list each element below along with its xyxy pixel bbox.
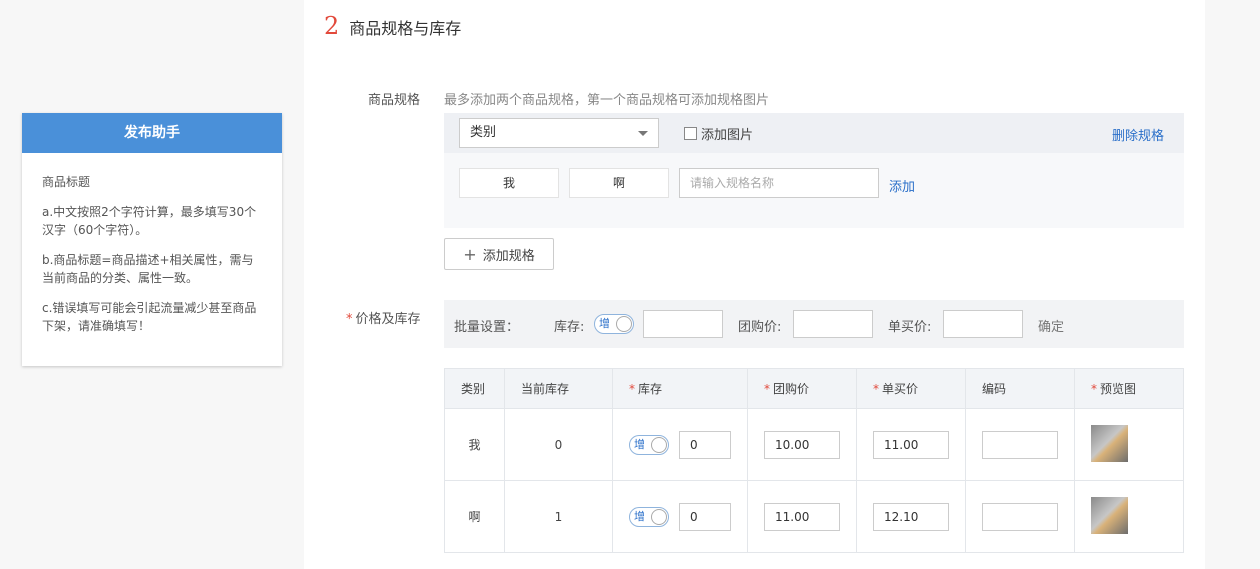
row-single-price-cell bbox=[856, 480, 966, 553]
spec-value-1[interactable]: 我 bbox=[459, 168, 559, 198]
spec-box: 类别 添加图片 删除规格 我 啊 请输入规格名称 添加 bbox=[444, 113, 1184, 228]
batch-single-price-input[interactable] bbox=[943, 310, 1023, 338]
batch-stock-label: 库存: bbox=[554, 320, 585, 335]
batch-group-price-input[interactable] bbox=[793, 310, 873, 338]
header-preview: * 预览图 bbox=[1074, 368, 1184, 409]
row-stock-cell: 增 bbox=[612, 408, 748, 481]
header-stock: * 库存 bbox=[612, 368, 748, 409]
toggle-knob bbox=[651, 509, 667, 525]
add-image-label: 添加图片 bbox=[701, 128, 754, 143]
batch-stock-input[interactable] bbox=[643, 310, 723, 338]
row-code-cell bbox=[965, 480, 1075, 553]
row-current-stock: 1 bbox=[504, 480, 613, 553]
helper-body: 商品标题 a.中文按照2个字符计算，最多填写30个汉字（60个字符）。 b.商品… bbox=[22, 153, 282, 335]
add-spec-button[interactable]: + 添加规格 bbox=[444, 238, 554, 270]
helper-tip-c: c.错误填写可能会引起流量减少甚至商品下架，请准确填写！ bbox=[42, 301, 257, 333]
row-current-stock: 0 bbox=[504, 408, 613, 481]
helper-title: 发布助手 bbox=[22, 113, 282, 153]
row-category: 啊 bbox=[444, 480, 505, 553]
batch-group-label: 团购价: bbox=[738, 320, 782, 335]
row-stock-input[interactable] bbox=[679, 431, 731, 459]
section-title: 2 商品规格与库存 bbox=[324, 12, 461, 40]
delete-spec-link[interactable]: 删除规格 bbox=[1112, 125, 1164, 144]
batch-single-label: 单买价: bbox=[888, 320, 932, 335]
helper-tip-b: b.商品标题=商品描述+相关属性，需与当前商品的分类、属性一致。 bbox=[42, 253, 254, 285]
helper-heading: 商品标题 bbox=[42, 175, 91, 189]
row-preview-cell bbox=[1074, 480, 1184, 553]
table-row: 啊 1 增 bbox=[444, 480, 1184, 553]
header-single-price: * 单买价 bbox=[856, 368, 966, 409]
sku-table-header: 类别 当前库存 * 库存 * 团购价 * 单买价 编码 * 预览图 bbox=[444, 368, 1184, 409]
batch-label: 批量设置： bbox=[454, 320, 520, 335]
row-code-cell bbox=[965, 408, 1075, 481]
publish-helper-card: 发布助手 商品标题 a.中文按照2个字符计算，最多填写30个汉字（60个字符）。… bbox=[22, 113, 282, 366]
price-stock-label-text: 价格及库存 bbox=[355, 312, 421, 327]
row-stock-cell: 增 bbox=[612, 480, 748, 553]
chevron-down-icon bbox=[638, 131, 648, 136]
header-code: 编码 bbox=[965, 368, 1075, 409]
row-single-price-cell bbox=[856, 408, 966, 481]
spec-name-input[interactable]: 请输入规格名称 bbox=[679, 168, 879, 198]
row-category: 我 bbox=[444, 408, 505, 481]
spec-hint: 最多添加两个商品规格，第一个商品规格可添加规格图片 bbox=[444, 93, 770, 108]
header-group-price: * 团购价 bbox=[747, 368, 857, 409]
spec-value-2[interactable]: 啊 bbox=[569, 168, 669, 198]
batch-settings: 批量设置： 库存: 增 团购价: 单买价: 确定 bbox=[444, 300, 1184, 348]
row-group-price-cell bbox=[747, 480, 857, 553]
header-category: 类别 bbox=[444, 368, 505, 409]
row-group-price-input[interactable] bbox=[764, 503, 840, 531]
row-code-input[interactable] bbox=[982, 431, 1058, 459]
toggle-text: 增 bbox=[599, 317, 610, 330]
section-title-text: 商品规格与库存 bbox=[349, 19, 462, 38]
toggle-knob bbox=[651, 437, 667, 453]
row-code-input[interactable] bbox=[982, 503, 1058, 531]
main-panel: 2 商品规格与库存 商品规格 最多添加两个商品规格，第一个商品规格可添加规格图片… bbox=[304, 0, 1205, 569]
spec-label: 商品规格 bbox=[368, 93, 421, 108]
row-group-price-input[interactable] bbox=[764, 431, 840, 459]
row-stock-toggle[interactable]: 增 bbox=[629, 435, 669, 455]
spec-type-value: 类别 bbox=[470, 125, 497, 140]
required-mark: * bbox=[346, 312, 353, 327]
spec-type-select[interactable]: 类别 bbox=[459, 118, 659, 148]
row-single-price-input[interactable] bbox=[873, 431, 949, 459]
toggle-text: 增 bbox=[634, 438, 645, 451]
batch-confirm-button[interactable]: 确定 bbox=[1038, 316, 1064, 335]
row-group-price-cell bbox=[747, 408, 857, 481]
spec-header: 类别 添加图片 删除规格 bbox=[444, 113, 1184, 153]
row-single-price-input[interactable] bbox=[873, 503, 949, 531]
price-stock-label: * 价格及库存 bbox=[346, 308, 421, 327]
batch-stock-toggle[interactable]: 增 bbox=[594, 314, 634, 334]
section-number: 2 bbox=[324, 12, 340, 40]
row-stock-toggle[interactable]: 增 bbox=[629, 507, 669, 527]
preview-image[interactable] bbox=[1091, 496, 1128, 534]
header-current-stock: 当前库存 bbox=[504, 368, 613, 409]
toggle-knob bbox=[616, 316, 632, 332]
add-spec-label: 添加规格 bbox=[482, 248, 535, 264]
sku-table: 类别 当前库存 *库存 *团购价 *单买价 编码 *预览图 我 0 增 bbox=[444, 368, 1184, 553]
row-stock-input[interactable] bbox=[679, 503, 731, 531]
toggle-text: 增 bbox=[634, 510, 645, 523]
add-image-checkbox[interactable]: 添加图片 bbox=[684, 124, 753, 143]
add-spec-value-link[interactable]: 添加 bbox=[889, 176, 915, 195]
preview-image[interactable] bbox=[1091, 424, 1128, 462]
table-row: 我 0 增 bbox=[444, 408, 1184, 481]
checkbox-icon[interactable] bbox=[684, 127, 697, 140]
row-preview-cell bbox=[1074, 408, 1184, 481]
plus-icon: + bbox=[463, 244, 477, 264]
helper-tip-a: a.中文按照2个字符计算，最多填写30个汉字（60个字符）。 bbox=[42, 205, 257, 237]
